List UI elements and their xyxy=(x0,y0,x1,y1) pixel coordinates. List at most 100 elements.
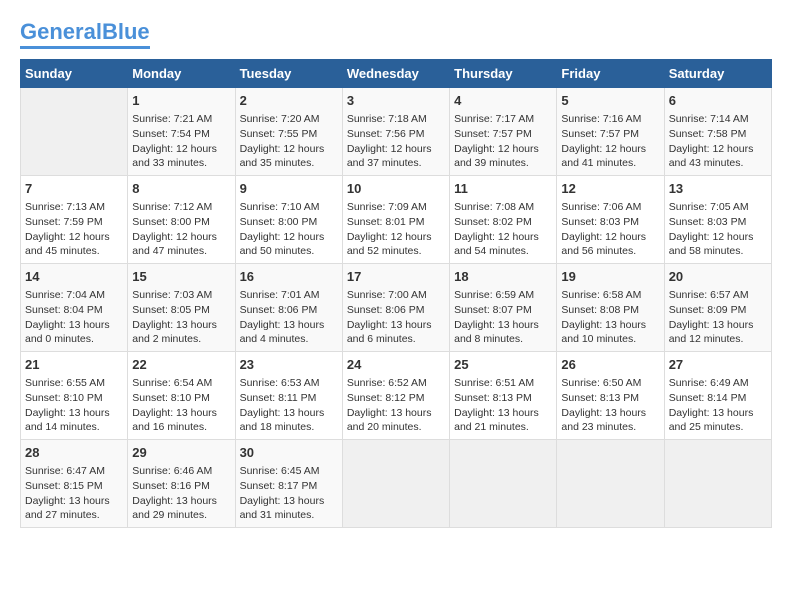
calendar-cell xyxy=(342,439,449,527)
calendar-cell: 11 Sunrise: 7:08 AM Sunset: 8:02 PM Dayli… xyxy=(450,176,557,264)
day-number: 28 xyxy=(25,444,123,462)
day-number: 25 xyxy=(454,356,552,374)
day-number: 12 xyxy=(561,180,659,198)
calendar-cell xyxy=(21,88,128,176)
day-number: 13 xyxy=(669,180,767,198)
day-number: 4 xyxy=(454,92,552,110)
day-info: Sunrise: 7:03 AM Sunset: 8:05 PM Dayligh… xyxy=(132,288,230,347)
day-number: 24 xyxy=(347,356,445,374)
day-info: Sunrise: 6:45 AM Sunset: 8:17 PM Dayligh… xyxy=(240,464,338,523)
calendar-cell: 8 Sunrise: 7:12 AM Sunset: 8:00 PM Daylig… xyxy=(128,176,235,264)
day-info: Sunrise: 6:50 AM Sunset: 8:13 PM Dayligh… xyxy=(561,376,659,435)
day-number: 7 xyxy=(25,180,123,198)
day-number: 11 xyxy=(454,180,552,198)
day-info: Sunrise: 6:47 AM Sunset: 8:15 PM Dayligh… xyxy=(25,464,123,523)
day-info: Sunrise: 7:10 AM Sunset: 8:00 PM Dayligh… xyxy=(240,200,338,259)
calendar-cell: 2Sunrise: 7:20 AM Sunset: 7:55 PM Daylig… xyxy=(235,88,342,176)
day-info: Sunrise: 7:20 AM Sunset: 7:55 PM Dayligh… xyxy=(240,112,338,171)
calendar-cell: 15 Sunrise: 7:03 AM Sunset: 8:05 PM Dayli… xyxy=(128,264,235,352)
weekday-header: Thursday xyxy=(450,60,557,88)
day-info: Sunrise: 7:08 AM Sunset: 8:02 PM Dayligh… xyxy=(454,200,552,259)
calendar-cell: 18Sunrise: 6:59 AM Sunset: 8:07 PM Dayli… xyxy=(450,264,557,352)
day-number: 3 xyxy=(347,92,445,110)
calendar-cell: 26Sunrise: 6:50 AM Sunset: 8:13 PM Dayli… xyxy=(557,352,664,440)
calendar-cell: 12 Sunrise: 7:06 AM Sunset: 8:03 PM Dayli… xyxy=(557,176,664,264)
weekday-header: Tuesday xyxy=(235,60,342,88)
calendar-cell: 27 Sunrise: 6:49 AM Sunset: 8:14 PM Dayli… xyxy=(664,352,771,440)
day-info: Sunrise: 7:09 AM Sunset: 8:01 PM Dayligh… xyxy=(347,200,445,259)
day-number: 9 xyxy=(240,180,338,198)
day-info: Sunrise: 7:18 AM Sunset: 7:56 PM Dayligh… xyxy=(347,112,445,171)
day-info: Sunrise: 7:13 AM Sunset: 7:59 PM Dayligh… xyxy=(25,200,123,259)
day-info: Sunrise: 7:01 AM Sunset: 8:06 PM Dayligh… xyxy=(240,288,338,347)
day-number: 8 xyxy=(132,180,230,198)
day-info: Sunrise: 6:51 AM Sunset: 8:13 PM Dayligh… xyxy=(454,376,552,435)
day-number: 17 xyxy=(347,268,445,286)
day-number: 21 xyxy=(25,356,123,374)
calendar-cell: 13 Sunrise: 7:05 AM Sunset: 8:03 PM Dayli… xyxy=(664,176,771,264)
calendar-cell: 19Sunrise: 6:58 AM Sunset: 8:08 PM Dayli… xyxy=(557,264,664,352)
calendar-cell: 4 Sunrise: 7:17 AM Sunset: 7:57 PM Daylig… xyxy=(450,88,557,176)
weekday-header: Monday xyxy=(128,60,235,88)
calendar-cell: 3 Sunrise: 7:18 AM Sunset: 7:56 PM Daylig… xyxy=(342,88,449,176)
day-number: 1 xyxy=(132,92,230,110)
calendar-cell: 20 Sunrise: 6:57 AM Sunset: 8:09 PM Dayli… xyxy=(664,264,771,352)
calendar-cell: 28 Sunrise: 6:47 AM Sunset: 8:15 PM Dayli… xyxy=(21,439,128,527)
day-number: 22 xyxy=(132,356,230,374)
calendar-cell: 23 Sunrise: 6:53 AM Sunset: 8:11 PM Dayli… xyxy=(235,352,342,440)
day-info: Sunrise: 7:21 AM Sunset: 7:54 PM Dayligh… xyxy=(132,112,230,171)
calendar-cell: 21 Sunrise: 6:55 AM Sunset: 8:10 PM Dayli… xyxy=(21,352,128,440)
weekday-header: Friday xyxy=(557,60,664,88)
day-info: Sunrise: 6:49 AM Sunset: 8:14 PM Dayligh… xyxy=(669,376,767,435)
calendar-cell: 24Sunrise: 6:52 AM Sunset: 8:12 PM Dayli… xyxy=(342,352,449,440)
calendar-cell: 14Sunrise: 7:04 AM Sunset: 8:04 PM Dayli… xyxy=(21,264,128,352)
calendar-cell: 25 Sunrise: 6:51 AM Sunset: 8:13 PM Dayli… xyxy=(450,352,557,440)
calendar-cell: 30 Sunrise: 6:45 AM Sunset: 8:17 PM Dayli… xyxy=(235,439,342,527)
day-number: 23 xyxy=(240,356,338,374)
calendar-cell xyxy=(664,439,771,527)
day-info: Sunrise: 7:12 AM Sunset: 8:00 PM Dayligh… xyxy=(132,200,230,259)
calendar-cell: 7 Sunrise: 7:13 AM Sunset: 7:59 PM Daylig… xyxy=(21,176,128,264)
day-number: 15 xyxy=(132,268,230,286)
day-info: Sunrise: 7:06 AM Sunset: 8:03 PM Dayligh… xyxy=(561,200,659,259)
day-number: 6 xyxy=(669,92,767,110)
calendar-cell xyxy=(450,439,557,527)
calendar-cell: 16 Sunrise: 7:01 AM Sunset: 8:06 PM Dayli… xyxy=(235,264,342,352)
calendar-week-row: 14Sunrise: 7:04 AM Sunset: 8:04 PM Dayli… xyxy=(21,264,772,352)
header-row: SundayMondayTuesdayWednesdayThursdayFrid… xyxy=(21,60,772,88)
calendar-cell: 9 Sunrise: 7:10 AM Sunset: 8:00 PM Daylig… xyxy=(235,176,342,264)
day-info: Sunrise: 6:57 AM Sunset: 8:09 PM Dayligh… xyxy=(669,288,767,347)
day-info: Sunrise: 7:04 AM Sunset: 8:04 PM Dayligh… xyxy=(25,288,123,347)
calendar-week-row: 21 Sunrise: 6:55 AM Sunset: 8:10 PM Dayli… xyxy=(21,352,772,440)
day-info: Sunrise: 6:55 AM Sunset: 8:10 PM Dayligh… xyxy=(25,376,123,435)
day-info: Sunrise: 7:14 AM Sunset: 7:58 PM Dayligh… xyxy=(669,112,767,171)
calendar-cell: 22 Sunrise: 6:54 AM Sunset: 8:10 PM Dayli… xyxy=(128,352,235,440)
calendar-table: SundayMondayTuesdayWednesdayThursdayFrid… xyxy=(20,59,772,528)
day-number: 29 xyxy=(132,444,230,462)
calendar-cell: 29 Sunrise: 6:46 AM Sunset: 8:16 PM Dayli… xyxy=(128,439,235,527)
day-info: Sunrise: 6:46 AM Sunset: 8:16 PM Dayligh… xyxy=(132,464,230,523)
header: GeneralBlue xyxy=(20,20,772,49)
day-info: Sunrise: 7:05 AM Sunset: 8:03 PM Dayligh… xyxy=(669,200,767,259)
day-number: 20 xyxy=(669,268,767,286)
calendar-cell: 5Sunrise: 7:16 AM Sunset: 7:57 PM Daylig… xyxy=(557,88,664,176)
day-number: 16 xyxy=(240,268,338,286)
logo-general: General xyxy=(20,19,102,44)
calendar-cell: 1 Sunrise: 7:21 AM Sunset: 7:54 PM Daylig… xyxy=(128,88,235,176)
logo: GeneralBlue xyxy=(20,20,150,49)
logo-text: GeneralBlue xyxy=(20,20,150,44)
weekday-header: Wednesday xyxy=(342,60,449,88)
logo-blue: Blue xyxy=(102,19,150,44)
logo-underline xyxy=(20,46,150,49)
day-number: 5 xyxy=(561,92,659,110)
day-info: Sunrise: 7:17 AM Sunset: 7:57 PM Dayligh… xyxy=(454,112,552,171)
day-info: Sunrise: 6:53 AM Sunset: 8:11 PM Dayligh… xyxy=(240,376,338,435)
calendar-body: 1 Sunrise: 7:21 AM Sunset: 7:54 PM Daylig… xyxy=(21,88,772,528)
day-number: 27 xyxy=(669,356,767,374)
day-number: 10 xyxy=(347,180,445,198)
calendar-cell: 10 Sunrise: 7:09 AM Sunset: 8:01 PM Dayli… xyxy=(342,176,449,264)
calendar-week-row: 1 Sunrise: 7:21 AM Sunset: 7:54 PM Daylig… xyxy=(21,88,772,176)
day-number: 30 xyxy=(240,444,338,462)
day-info: Sunrise: 6:54 AM Sunset: 8:10 PM Dayligh… xyxy=(132,376,230,435)
day-info: Sunrise: 6:59 AM Sunset: 8:07 PM Dayligh… xyxy=(454,288,552,347)
